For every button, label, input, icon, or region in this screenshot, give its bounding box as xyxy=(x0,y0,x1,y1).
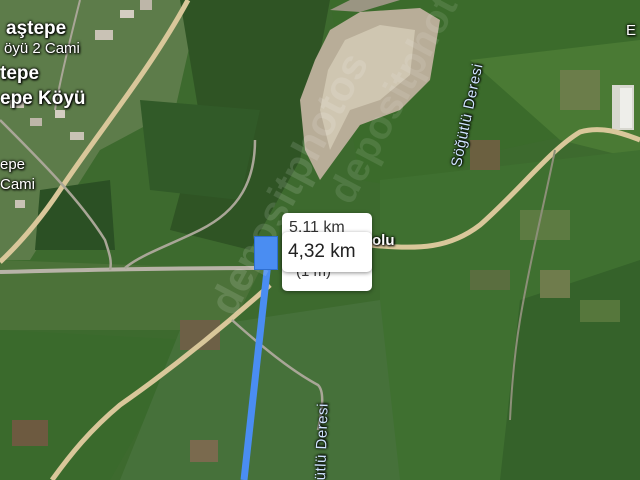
village-label: tepe xyxy=(0,63,40,84)
map-label: E xyxy=(626,22,637,39)
measure-point-marker[interactable] xyxy=(254,236,278,270)
mosque-label: epe xyxy=(0,156,26,173)
mosque-label: öyü 2 Cami xyxy=(4,40,80,57)
road-label: olu xyxy=(372,232,395,249)
stream-label: ütlü Deresi xyxy=(312,402,332,480)
mosque-label: Cami xyxy=(0,176,36,193)
satellite-map[interactable]: depositphotos depositphotos aştepe öyü 2… xyxy=(0,0,640,480)
village-label: epe Köyü xyxy=(0,88,86,109)
distance-label: 4,32 km xyxy=(288,241,356,262)
distance-tooltip[interactable]: 4,32 km xyxy=(282,232,372,272)
village-label: aştepe xyxy=(6,18,67,39)
